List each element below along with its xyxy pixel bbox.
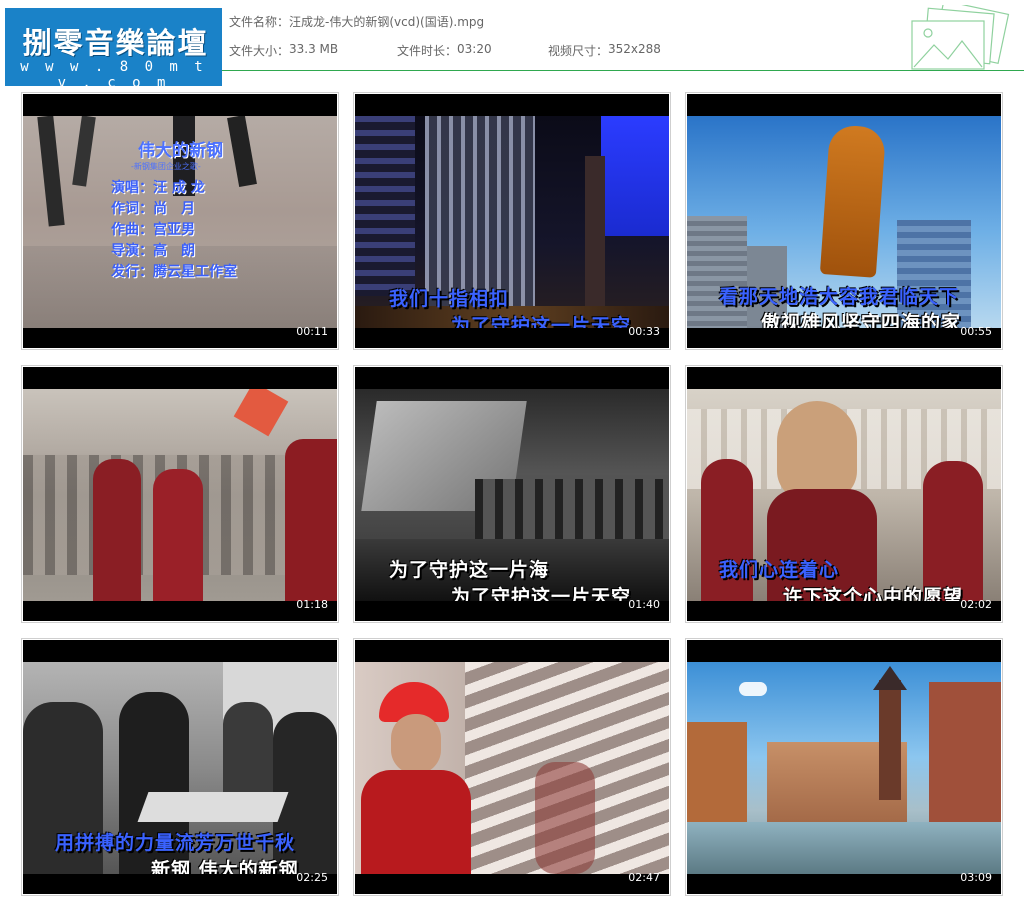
lyric-line: 我们十指相扣 [389,288,510,310]
credit-director: 导演：高 朗 [111,243,195,259]
credit-composer: 作曲：宫亚男 [111,222,195,238]
timestamp: 01:40 [628,598,660,611]
timestamp: 02:47 [628,871,660,884]
song-title: 伟大的新钢 [138,141,223,161]
video-dimensions-value: 352x288 [608,42,661,56]
lyric-line: 为了守护这一片天空 [451,315,632,328]
video-thumbnail[interactable]: 用拼搏的力量流芳万世千秋 新钢 伟大的新钢 02:25 [21,638,339,896]
video-thumbnail[interactable]: 03:09 [685,638,1003,896]
video-thumbnail[interactable]: 01:18 [21,365,339,623]
timestamp: 00:55 [960,325,992,338]
picture-stack-icon [911,5,1010,70]
song-subtitle: -新钢集团企业之歌- [131,162,201,171]
file-duration-label: 文件时长： [397,44,458,58]
credit-singer: 演唱：汪 成 龙 [111,180,205,196]
lyric-line: 看那天地浩大容我君临天下 [719,286,960,308]
timestamp: 02:25 [296,871,328,884]
video-thumbnail[interactable]: 伟大的新钢 -新钢集团企业之歌- 演唱：汪 成 龙 作词：尚 月 作曲：宫亚男 … [21,92,339,350]
site-logo: 捌零音樂論壇 w w w . 8 0 m t v . c o m [5,8,222,91]
video-thumbnail[interactable]: 02:47 [353,638,671,896]
lyric-line: 为了守护这一片海 [389,559,550,581]
credit-publisher: 发行：腾云星工作室 [111,264,237,280]
lyric-line: 傲视雄风坚守四海的家 [761,312,962,328]
lyric-line: 新钢 伟大的新钢 [151,859,299,874]
video-dimensions-label: 视频尺寸： [548,44,609,58]
lyric-line: 许下这个心中的愿望 [783,586,964,601]
lyric-line: 为了守护这一片天空 [451,586,632,601]
lyric-line: 我们心连着心 [719,559,840,581]
header-divider [222,70,1024,71]
credit-lyricist: 作词：尚 月 [111,201,195,217]
video-thumbnail[interactable]: 我们心连着心 许下这个心中的愿望 02:02 [685,365,1003,623]
song-credits: 伟大的新钢 -新钢集团企业之歌- 演唱：汪 成 龙 作词：尚 月 作曲：宫亚男 … [111,136,237,283]
header: 捌零音樂論壇 w w w . 8 0 m t v . c o m 文件名称： 汪… [0,0,1024,91]
video-thumbnail[interactable]: 看那天地浩大容我君临天下 傲视雄风坚守四海的家 00:55 [685,92,1003,350]
timestamp: 00:11 [296,325,328,338]
logo-text: 捌零音樂論壇 [22,26,209,60]
file-name-label: 文件名称： [229,15,290,29]
logo-url: w w w . 8 0 m t v . c o m [20,59,207,91]
file-size-value: 33.3 MB [289,42,339,56]
lyric-line: 用拼搏的力量流芳万世千秋 [55,832,296,854]
timestamp: 03:09 [960,871,992,884]
video-thumbnail[interactable]: 为了守护这一片海 为了守护这一片天空 01:40 [353,365,671,623]
file-name-value: 汪成龙-伟大的新钢(vcd)(国语).mpg [289,15,485,29]
file-duration-value: 03:20 [457,42,492,56]
timestamp: 00:33 [628,325,660,338]
timestamp: 01:18 [296,598,328,611]
timestamp: 02:02 [960,598,992,611]
video-thumbnail[interactable]: 我们十指相扣 为了守护这一片天空 00:33 [353,92,671,350]
file-size-label: 文件大小： [229,44,290,58]
